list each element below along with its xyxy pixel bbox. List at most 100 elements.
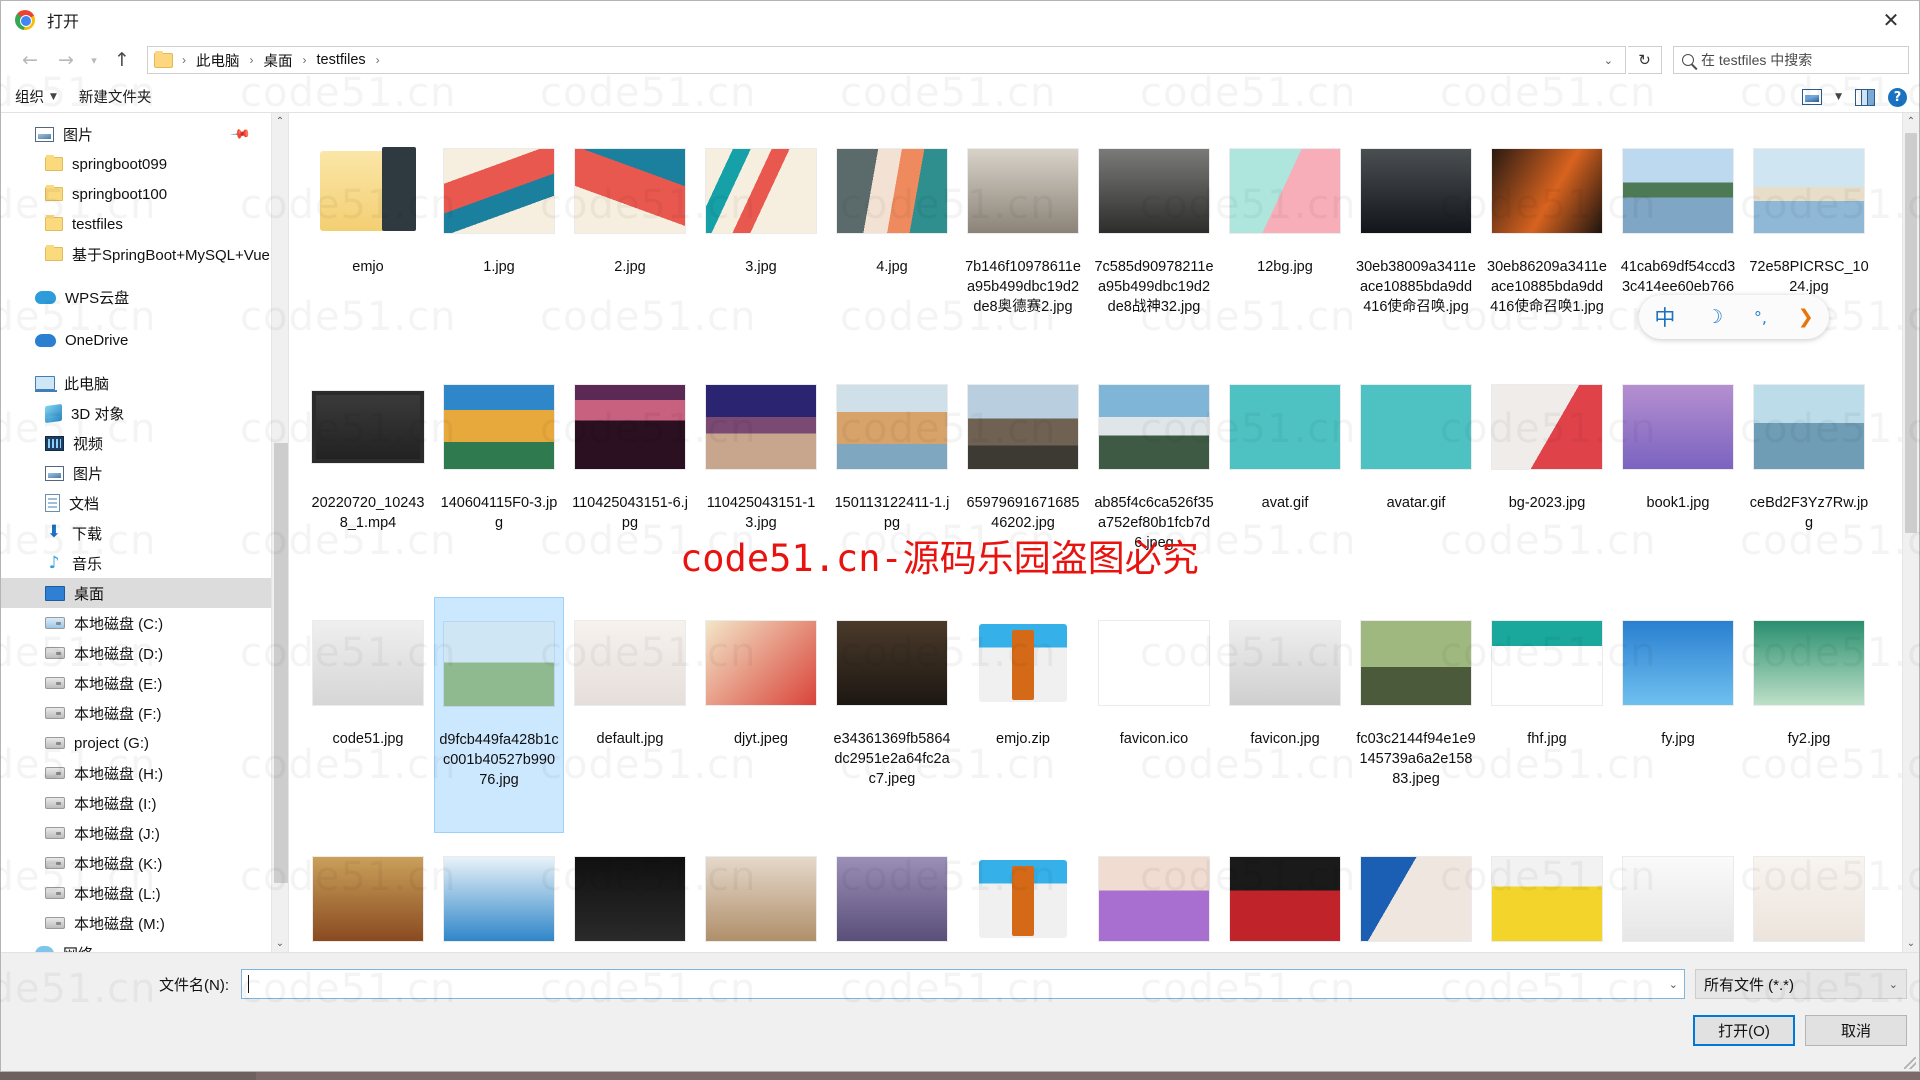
sidebar-item-22[interactable]: 本地磁盘 (J:) [1,818,288,848]
sidebar-item-7[interactable]: 此电脑 [1,368,288,398]
file-item[interactable]: ab85f4c6ca526f35a752ef80b1fcb7d6.jpeg [1089,361,1219,597]
file-list-scrollbar[interactable]: ⌃ ⌄ [1902,113,1919,952]
view-layout-icon[interactable] [1802,89,1823,105]
sidebar-item-4[interactable]: 基于SpringBoot+MySQL+Vue [1,239,288,269]
file-item[interactable]: emjo [303,125,433,361]
file-list-scroll-thumb[interactable] [1905,133,1917,533]
scroll-up-icon[interactable]: ⌃ [1903,113,1919,130]
search-input[interactable]: 在 testfiles 中搜索 [1673,46,1909,74]
ime-punctuation-icon[interactable]: °, [1754,308,1767,327]
file-item[interactable]: pexels-cottonbro-studio-5185159.jpg [1613,833,1743,952]
ime-expand-icon[interactable]: ❯ [1798,306,1814,328]
file-item[interactable]: hspg.jpg [303,833,433,952]
refresh-icon[interactable]: ↻ [1628,46,1662,74]
scroll-down-icon[interactable]: ⌄ [1903,935,1919,952]
filename-input[interactable]: ⌄ [241,969,1685,999]
file-item[interactable]: 3.jpg [696,125,826,361]
sidebar-item-15[interactable]: 本地磁盘 (C:) [1,608,288,638]
file-item[interactable]: 7c585d90978211ea95b499dbc19d2de8战神32.jpg [1089,125,1219,361]
sidebar-item-14[interactable]: 桌面 [1,578,288,608]
file-item[interactable]: 4.jpg [827,125,957,361]
forward-button[interactable]: → [49,45,83,75]
sidebar-item-2[interactable]: springboot100 [1,179,288,209]
sidebar-item-19[interactable]: project (G:) [1,728,288,758]
file-item[interactable]: fhf.jpg [1482,597,1612,833]
up-button[interactable]: ↑ [105,45,139,75]
file-item[interactable]: mz.jpg [1220,833,1350,952]
file-item[interactable]: 7b146f10978611ea95b499dbc19d2de8奥德赛2.jpg [958,125,1088,361]
file-item[interactable]: 1.jpg [434,125,564,361]
cancel-button[interactable]: 取消 [1805,1015,1907,1046]
file-item[interactable]: ceBd2F3Yz7Rw.jpg [1744,361,1874,597]
file-item[interactable]: e34361369fb5864dc2951e2a64fc2ac7.jpeg [827,597,957,833]
open-button[interactable]: 打开(O) [1693,1015,1795,1046]
chevron-down-icon[interactable]: ⌄ [1661,978,1678,991]
breadcrumb-item-0[interactable]: 此电脑 [193,48,243,73]
breadcrumb-item-1[interactable]: 桌面 [261,48,296,73]
sidebar-item-24[interactable]: 本地磁盘 (L:) [1,878,288,908]
sidebar-item-10[interactable]: 图片 [1,458,288,488]
file-item[interactable]: favicon.ico [1089,597,1219,833]
sidebar-scroll-thumb[interactable] [274,443,288,883]
sidebar-item-6[interactable]: OneDrive [1,325,288,355]
sidebar-item-12[interactable]: ⬇ 下载 [1,518,288,548]
resize-grip[interactable] [1904,1057,1916,1069]
address-bar[interactable]: › 此电脑 › 桌面 › testfiles › ⌄ [147,46,1626,74]
sidebar-item-18[interactable]: 本地磁盘 (F:) [1,698,288,728]
ime-mode-button[interactable]: 中 [1654,302,1675,332]
file-item[interactable]: pexels-jess-bailey-designs-1007025.jpg [1744,833,1874,952]
file-item[interactable]: fy2.jpg [1744,597,1874,833]
sidebar-item-13[interactable]: ♪ 音乐 [1,548,288,578]
file-item[interactable]: 110425043151-13.jpg [696,361,826,597]
scroll-down-icon[interactable]: ⌄ [272,935,288,952]
chevron-down-icon[interactable]: ⌄ [1596,54,1621,67]
sidebar-item-5[interactable]: WPS云盘 [1,282,288,312]
sidebar-item-25[interactable]: 本地磁盘 (M:) [1,908,288,938]
file-item[interactable]: bg-2023.jpg [1482,361,1612,597]
recent-locations-button[interactable]: ▾ [85,45,103,75]
file-item[interactable]: code51.jpg [303,597,433,833]
preview-pane-icon[interactable] [1855,88,1875,106]
sidebar-item-23[interactable]: 本地磁盘 (K:) [1,848,288,878]
file-item[interactable]: pexels-anna-shvets-5218007.jpg [1482,833,1612,952]
file-item[interactable]: djyt.jpeg [696,597,826,833]
sidebar-item-20[interactable]: 本地磁盘 (H:) [1,758,288,788]
file-item[interactable]: 20220720_102438_1.mp4 [303,361,433,597]
sidebar-item-3[interactable]: testfiles [1,209,288,239]
file-item[interactable]: 150113122411-1.jpg [827,361,957,597]
file-item[interactable]: iphon4_1.jpg [434,833,564,952]
ime-moon-icon[interactable]: ☽ [1706,306,1723,328]
file-item[interactable]: 140604115F0-3.jpg [434,361,564,597]
file-item[interactable]: 6597969167168546202.jpg [958,361,1088,597]
file-item[interactable]: jstl-1.2.jar [958,833,1088,952]
file-item[interactable]: iphone_2.jpg [565,833,695,952]
file-item[interactable]: n95.jpg [1351,833,1481,952]
sidebar-item-16[interactable]: 本地磁盘 (D:) [1,638,288,668]
file-item[interactable]: d9fcb449fa428b1cc001b40527b99076.jpg [434,597,564,833]
new-folder-button[interactable]: 新建文件夹 [79,86,152,107]
help-icon[interactable]: ? [1888,87,1907,107]
sidebar-scrollbar[interactable]: ⌃ ⌄ [271,113,288,952]
chevron-down-icon[interactable]: ▼ [1835,92,1842,102]
file-item[interactable]: iphone_3.jpg [696,833,826,952]
file-item[interactable]: 12bg.jpg [1220,125,1350,361]
file-item[interactable]: mask.jpg [1089,833,1219,952]
file-type-filter[interactable]: 所有文件 (*.*) ⌄ [1695,969,1907,999]
sidebar-item-9[interactable]: 视频 [1,428,288,458]
file-item[interactable]: book1.jpg [1613,361,1743,597]
breadcrumb-item-2[interactable]: testfiles [314,50,369,70]
file-item[interactable]: fc03c2144f94e1e9145739a6a2e15883.jpeg [1351,597,1481,833]
file-item[interactable]: emjo.zip [958,597,1088,833]
file-item[interactable]: 2.jpg [565,125,695,361]
sidebar-item-0[interactable]: 图片 📌 [1,119,288,149]
sidebar-item-21[interactable]: 本地磁盘 (I:) [1,788,288,818]
sidebar-item-17[interactable]: 本地磁盘 (E:) [1,668,288,698]
close-icon[interactable]: ✕ [1863,1,1919,39]
sidebar-item-26[interactable]: 网络 [1,938,288,952]
sidebar-item-8[interactable]: 3D 对象 [1,398,288,428]
back-button[interactable]: ← [13,45,47,75]
file-item[interactable]: avat.gif [1220,361,1350,597]
file-item[interactable]: fy.jpg [1613,597,1743,833]
file-item[interactable]: favicon.jpg [1220,597,1350,833]
sidebar-item-1[interactable]: springboot099 [1,149,288,179]
